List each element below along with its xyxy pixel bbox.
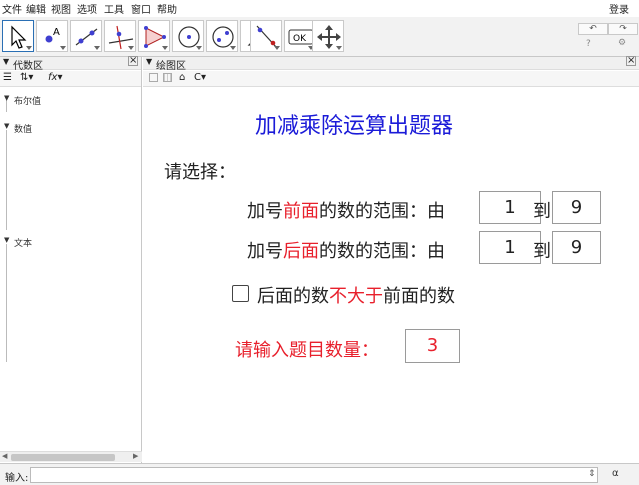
svg-text:OK: OK [293, 34, 307, 44]
category-number[interactable]: ▼ 数值 [4, 122, 32, 135]
question-count-input[interactable]: 3 [405, 329, 460, 363]
choose-label: 请选择： [164, 162, 236, 183]
settings-icon[interactable]: ⚙ [618, 38, 626, 48]
help-icon[interactable]: ? [586, 39, 591, 49]
algebra-view: ▼ 代数区 × ☰ ⇅▾ fx▾ ▼布尔值 ▼数值 ▼文本 big = fals… [0, 56, 142, 463]
horizontal-scrollbar[interactable]: ◀ ▶ [0, 451, 142, 462]
style-bar-icon[interactable]: C▾ [194, 72, 206, 83]
page-title: 加减乘除运算出题器 [255, 114, 454, 139]
range-label-first: 加号前面的数的范围：由 [247, 201, 445, 222]
range-label-second: 加号后面的数的范围：由 [247, 241, 445, 262]
reflect-tool-button[interactable] [250, 20, 282, 52]
algebra-toolbar: ☰ ⇅▾ fx▾ [0, 71, 141, 87]
grid-toggle-icon[interactable] [163, 73, 172, 82]
menu-window[interactable]: 窗口 [131, 1, 151, 16]
close-icon[interactable]: × [128, 56, 138, 66]
graphics-view[interactable]: ▼ 绘图区 × ⌂ C▾ 加减乘除运算出题器 请选择： 加号前面的数的范围：由 … [143, 56, 639, 463]
point-tool-button[interactable]: A [36, 20, 68, 52]
scroll-thumb[interactable] [11, 454, 115, 461]
close-icon[interactable]: × [626, 56, 636, 66]
algebra-view-titlebar: ▼ 代数区 × [0, 56, 141, 72]
toolbar: A OK ↶ ↷ ? ⚙ [0, 17, 639, 57]
menu-edit[interactable]: 编辑 [26, 1, 46, 16]
command-input[interactable] [30, 467, 598, 483]
line-tool-button[interactable] [70, 20, 102, 52]
first-from-input[interactable]: 1 [479, 191, 541, 224]
home-icon[interactable]: ⌂ [179, 72, 185, 83]
scroll-left-icon[interactable]: ◀ [2, 452, 7, 460]
to-label-first: 到 [533, 201, 551, 222]
login-link[interactable]: 登录 [609, 1, 629, 16]
scroll-right-icon[interactable]: ▶ [133, 452, 138, 460]
algebra-view-title: 代数区 [13, 61, 43, 72]
sort-icon[interactable]: ⇅▾ [20, 72, 33, 83]
graphics-view-titlebar: ▼ 绘图区 × [143, 56, 639, 72]
menu-bar: 文件 编辑 视图 选项 工具 窗口 帮助 登录 [0, 0, 639, 17]
graphics-view-title: 绘图区 [156, 61, 186, 72]
not-greater-checkbox[interactable] [232, 285, 249, 302]
axes-toggle-icon[interactable] [149, 73, 158, 82]
polygon-tool-button[interactable] [138, 20, 170, 52]
undo-button[interactable]: ↶ [578, 23, 608, 35]
move-tool-button[interactable] [2, 20, 34, 52]
redo-button[interactable]: ↷ [608, 23, 638, 35]
collapse-arrow-icon[interactable]: ▼ [3, 57, 9, 66]
collapse-arrow-icon[interactable]: ▼ [146, 57, 152, 66]
first-to-input[interactable]: 9 [552, 191, 601, 224]
to-label-second: 到 [533, 241, 551, 262]
symbol-keyboard-icon[interactable]: α [612, 468, 619, 479]
circle-tool-button[interactable] [172, 20, 204, 52]
question-count-label: 请输入题目数量： [235, 340, 379, 361]
menu-help[interactable]: 帮助 [157, 1, 177, 16]
menu-view[interactable]: 视图 [51, 1, 71, 16]
input-label: 输入: [5, 473, 29, 484]
graphics-toolbar: ⌂ C▾ [143, 71, 639, 87]
history-spinner-icon[interactable]: ⇕ [588, 469, 596, 479]
menu-icon[interactable]: ☰ [3, 72, 12, 83]
menu-options[interactable]: 选项 [77, 1, 97, 16]
input-bar: 输入: ⇕ α [0, 463, 639, 485]
menu-file[interactable]: 文件 [2, 1, 22, 16]
perpendicular-tool-button[interactable] [104, 20, 136, 52]
svg-text:A: A [53, 27, 60, 38]
menu-tools[interactable]: 工具 [104, 1, 124, 16]
second-to-input[interactable]: 9 [552, 231, 601, 264]
second-from-input[interactable]: 1 [479, 231, 541, 264]
checkbox-label[interactable]: 后面的数不大于前面的数 [257, 282, 455, 308]
conic-tool-button[interactable] [206, 20, 238, 52]
formula-icon[interactable]: fx▾ [48, 72, 62, 83]
move-view-tool-button[interactable] [312, 20, 344, 52]
category-boolean[interactable]: ▼ 布尔值 [4, 94, 41, 107]
category-text[interactable]: ▼ 文本 [4, 236, 32, 249]
